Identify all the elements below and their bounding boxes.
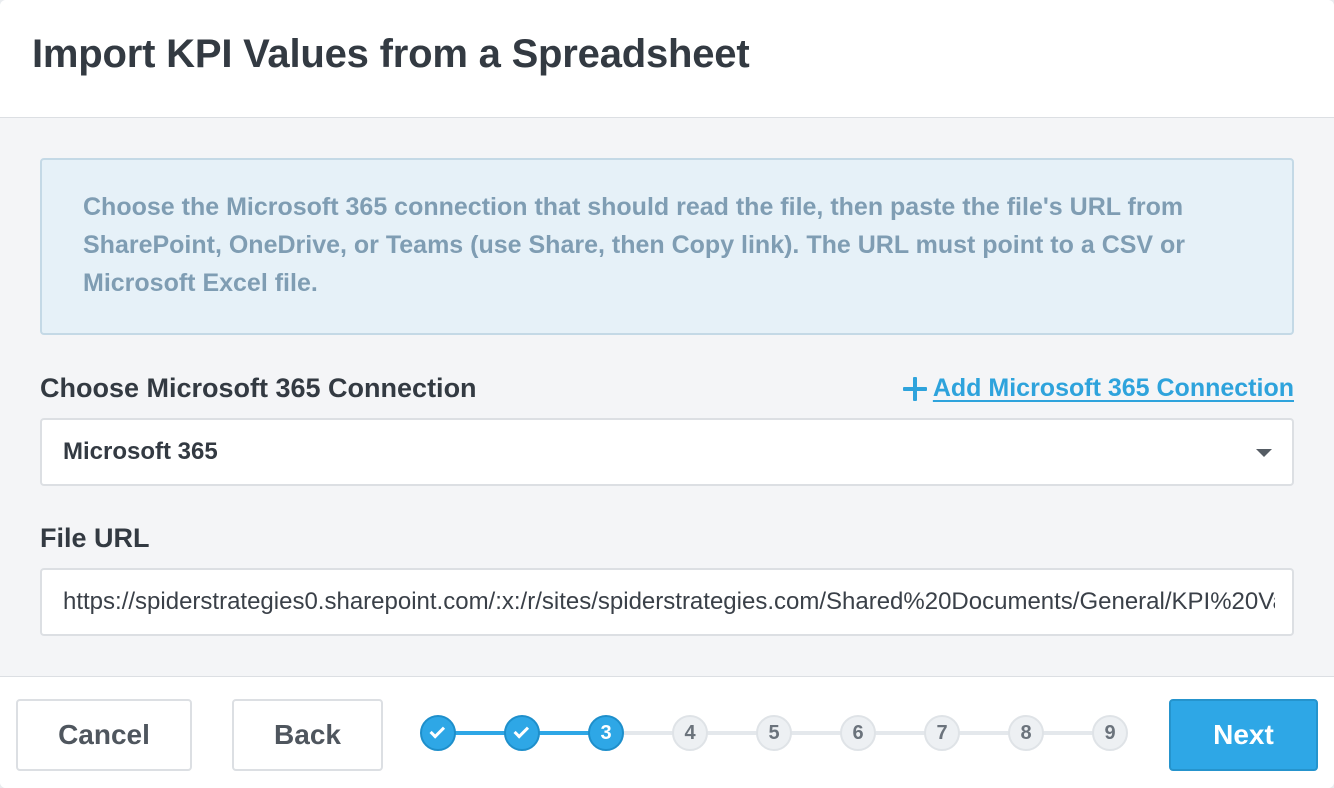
connection-select[interactable]: Microsoft 365 bbox=[40, 418, 1294, 486]
step-number: 4 bbox=[684, 721, 696, 744]
dialog-title: Import KPI Values from a Spreadsheet bbox=[32, 32, 750, 76]
back-button[interactable]: Back bbox=[232, 699, 383, 771]
connection-select-value: Microsoft 365 bbox=[63, 438, 218, 465]
dialog-footer: Cancel Back 3 4 5 6 7 8 9 Next bbox=[0, 676, 1334, 788]
cancel-button[interactable]: Cancel bbox=[16, 699, 192, 771]
step-number: 5 bbox=[768, 721, 780, 744]
add-connection-link[interactable]: Add Microsoft 365 Connection bbox=[902, 374, 1294, 403]
step-7: 7 bbox=[924, 715, 960, 751]
file-url-input[interactable]: https://spiderstrategies0.sharepoint.com… bbox=[40, 568, 1294, 636]
step-number: 9 bbox=[1104, 721, 1116, 744]
info-text: Choose the Microsoft 365 connection that… bbox=[83, 193, 1186, 297]
wizard-stepper: 3 4 5 6 7 8 9 bbox=[420, 715, 1132, 751]
step-3: 3 bbox=[588, 715, 624, 751]
connection-label: Choose Microsoft 365 Connection bbox=[40, 373, 477, 403]
file-url-value: https://spiderstrategies0.sharepoint.com… bbox=[63, 588, 1275, 615]
file-url-label: File URL bbox=[40, 523, 150, 553]
step-8: 8 bbox=[1008, 715, 1044, 751]
next-button[interactable]: Next bbox=[1169, 699, 1318, 771]
import-dialog: Import KPI Values from a Spreadsheet Cho… bbox=[0, 0, 1334, 788]
step-6: 6 bbox=[840, 715, 876, 751]
add-connection-link-label: Add Microsoft 365 Connection bbox=[932, 374, 1294, 402]
chevron-down-icon bbox=[1256, 449, 1272, 457]
step-5: 5 bbox=[756, 715, 792, 751]
step-number: 8 bbox=[1020, 721, 1032, 744]
info-box: Choose the Microsoft 365 connection that… bbox=[40, 158, 1294, 335]
step-1[interactable] bbox=[420, 715, 456, 751]
step-2[interactable] bbox=[504, 715, 540, 751]
step-number: 3 bbox=[600, 721, 612, 744]
step-number: 7 bbox=[936, 721, 948, 744]
step-4: 4 bbox=[672, 715, 708, 751]
plus-icon bbox=[902, 376, 927, 401]
step-number: 6 bbox=[852, 721, 864, 744]
step-9: 9 bbox=[1092, 715, 1128, 751]
dialog-body: Choose the Microsoft 365 connection that… bbox=[0, 118, 1334, 676]
dialog-header: Import KPI Values from a Spreadsheet bbox=[0, 0, 1334, 118]
check-icon bbox=[513, 723, 530, 739]
check-icon bbox=[429, 723, 446, 739]
